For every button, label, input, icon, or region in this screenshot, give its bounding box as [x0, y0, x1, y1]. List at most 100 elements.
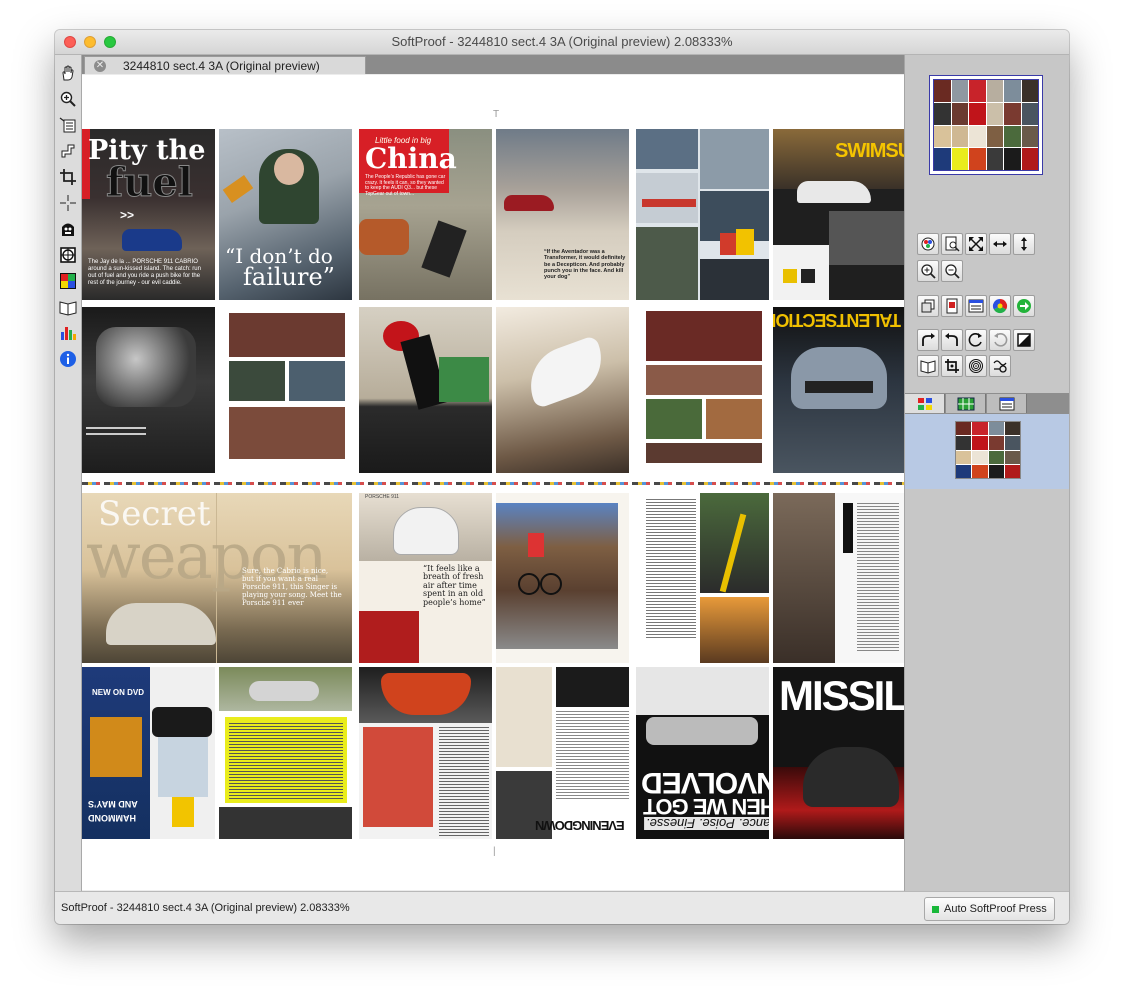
evening-photo-a	[496, 667, 552, 767]
page-china[interactable]: Little food in big China The People’s Re…	[359, 129, 492, 300]
revert-icon[interactable]	[989, 329, 1011, 351]
page-fighter-jets[interactable]	[636, 129, 769, 300]
page-photo-collage-1[interactable]	[219, 307, 352, 473]
grid-tab[interactable]	[946, 394, 986, 413]
fit-height-icon[interactable]	[1013, 233, 1035, 255]
page-layers-icon[interactable]	[917, 295, 939, 317]
yellow-box	[172, 797, 194, 827]
pity-body: The Jay de la ... PORSCHE 911 CABRIO aro…	[88, 259, 201, 286]
contrast-icon[interactable]	[1013, 329, 1035, 351]
document-tab[interactable]: ✕ 3244810 sect.4 3A (Original preview)	[84, 56, 366, 74]
undo-icon[interactable]	[941, 329, 963, 351]
evening-photo-b	[556, 667, 629, 707]
hand-icon[interactable]	[58, 63, 78, 83]
ink-density-icon[interactable]	[58, 219, 78, 239]
red-text-panel	[363, 727, 433, 827]
page-crowd-car[interactable]	[82, 307, 215, 473]
redo-icon[interactable]	[917, 329, 939, 351]
document-tab-label: 3244810 sect.4 3A (Original preview)	[123, 59, 320, 73]
hammond-line-2: AND MAY’S	[88, 799, 138, 809]
crosshair-icon[interactable]	[58, 193, 78, 213]
page-orange-car[interactable]	[359, 667, 492, 839]
page-swimsuit[interactable]: SWIMSUIT	[773, 129, 904, 300]
jet-photo-1	[636, 129, 698, 169]
thumbnail-tab[interactable]	[905, 394, 945, 413]
spiral-icon[interactable]	[965, 355, 987, 377]
close-tab-icon[interactable]: ✕	[94, 60, 106, 72]
document-tab-strip: ✕ 3244810 sect.4 3A (Original preview)	[82, 55, 904, 74]
page-dancer[interactable]	[359, 307, 492, 473]
histogram-icon[interactable]	[58, 323, 78, 343]
crop-tool-icon[interactable]	[941, 355, 963, 377]
page-cyclist[interactable]	[496, 493, 629, 663]
crop-icon[interactable]	[58, 167, 78, 187]
collage-photo-b	[229, 361, 285, 401]
porsche-header: PORSCHE 911	[365, 494, 400, 500]
jet-photo-2	[700, 129, 769, 189]
talent-section-headline: TALENTSECTION	[773, 310, 901, 330]
auto-softproof-press-button[interactable]: Auto SoftProof Press	[924, 897, 1055, 921]
section-thumbnail[interactable]	[955, 421, 1021, 479]
go-arrow-icon[interactable]	[1013, 295, 1035, 317]
jet-photo-5	[636, 227, 698, 300]
hammond-line-1: HAMMOND	[88, 813, 136, 823]
china-headline: China	[365, 142, 457, 175]
color-picker-icon[interactable]	[917, 233, 939, 255]
pdf-page-icon[interactable]	[941, 295, 963, 317]
upside-down-car	[249, 681, 319, 701]
page-photo-collage-2[interactable]	[636, 307, 769, 473]
mountain-text-column	[857, 503, 899, 653]
collage2-photo-e	[646, 443, 762, 463]
crowd-photo	[96, 327, 196, 407]
proof-canvas[interactable]: T | Pity the fuel >> The Jay de la ... P…	[82, 75, 904, 890]
refresh-icon[interactable]	[965, 329, 987, 351]
page-zoom-icon[interactable]	[941, 233, 963, 255]
handheld-console	[152, 707, 212, 737]
page-evening-down[interactable]: EVENINGDOWN	[496, 667, 629, 839]
page-then-we-got-involved[interactable]: Balance. Poise. Finesse. INVOLVED THEN W…	[636, 667, 769, 839]
curves-icon[interactable]	[989, 355, 1011, 377]
collage2-photo-c	[646, 399, 702, 439]
page-talent-section[interactable]: TALENTSECTION	[773, 307, 904, 473]
jumping-man	[421, 220, 467, 278]
jet-photo-6	[700, 259, 769, 300]
page-aventador[interactable]: “If the Aventador was a Transformer, it …	[496, 129, 629, 300]
page-car-closeup[interactable]	[496, 307, 629, 473]
audi-grille	[805, 381, 873, 393]
info-icon[interactable]	[58, 349, 78, 369]
console-photo	[158, 737, 208, 797]
evening-text-column	[556, 711, 629, 801]
zoom-out-button[interactable]	[941, 260, 963, 282]
page-order-icon[interactable]	[58, 115, 78, 135]
ruler-icon[interactable]	[58, 141, 78, 161]
pilot-face	[274, 153, 304, 185]
page-singer-911[interactable]: PORSCHE 911 “It feels like a breath of f…	[359, 493, 492, 663]
color-separation-icon[interactable]	[58, 271, 78, 291]
page-hammond-may-dvd[interactable]: NEW ON DVD HAMMOND AND MAY’S	[82, 667, 215, 839]
page-i-dont-do-failure[interactable]: “I don’t do failure”	[219, 129, 352, 300]
car-illustration	[122, 229, 182, 251]
fit-width-icon[interactable]	[989, 233, 1011, 255]
zoom-in-icon[interactable]	[58, 89, 78, 109]
yellow-page-photo	[219, 807, 352, 839]
page-yellow-feature[interactable]	[219, 667, 352, 839]
drop-cap-t	[843, 503, 853, 553]
involved-text-area	[636, 667, 769, 715]
book-icon[interactable]	[58, 297, 78, 317]
fit-icon[interactable]	[965, 233, 987, 255]
page-mountain-road[interactable]	[773, 493, 904, 663]
page-secret-weapon[interactable]: Secret weapon Sure, the Cabrio is nice, …	[82, 493, 352, 663]
window-title: SoftProof - 3244810 sect.4 3A (Original …	[391, 34, 733, 49]
list-tab[interactable]	[987, 394, 1027, 413]
page-pity-the-fuel[interactable]: Pity the fuel >> The Jay de la ... PORSC…	[82, 129, 215, 300]
color-wheel-icon[interactable]	[989, 295, 1011, 317]
right-panel	[904, 55, 1069, 891]
book-view-icon[interactable]	[917, 355, 939, 377]
page-missile[interactable]: MISSILE	[773, 667, 904, 839]
zoom-in-button[interactable]	[917, 260, 939, 282]
grid-target-icon[interactable]	[58, 245, 78, 265]
page-road-article[interactable]	[636, 493, 769, 663]
audi-car	[791, 347, 887, 409]
navigator-thumbnail[interactable]	[929, 75, 1043, 175]
page-list-icon[interactable]	[965, 295, 987, 317]
